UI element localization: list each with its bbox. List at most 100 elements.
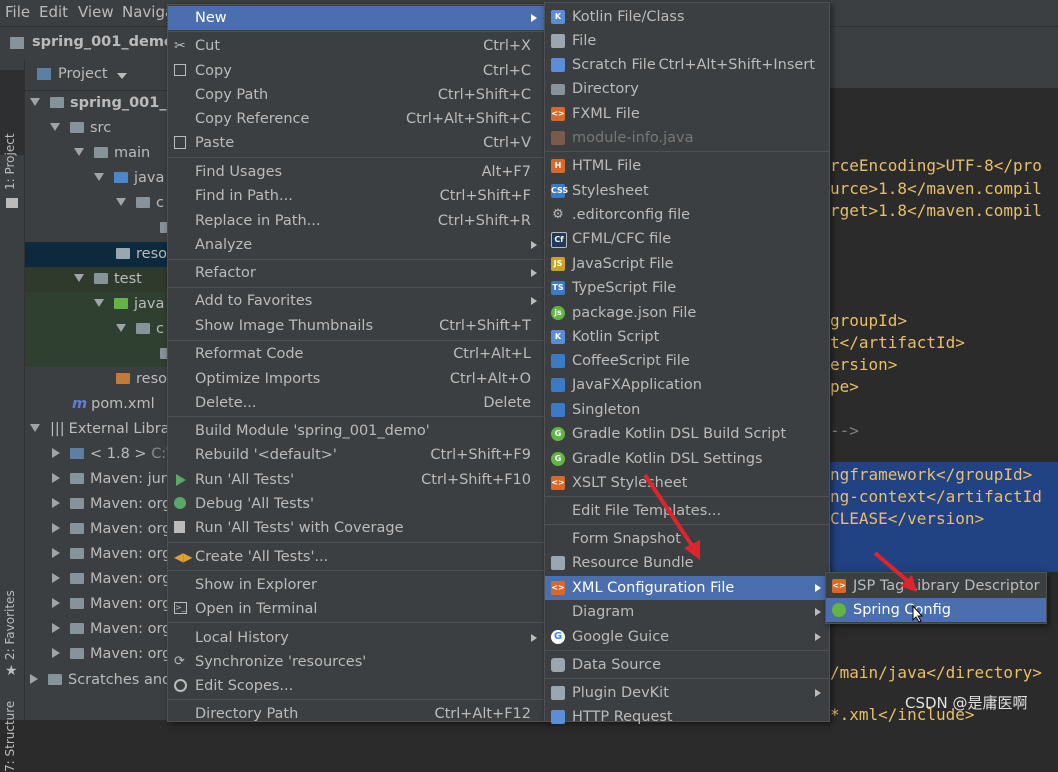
menu-item-find-usages[interactable]: Find Usages Alt+F7 xyxy=(168,160,545,184)
new-item-diagram[interactable]: Diagram xyxy=(545,600,829,624)
menu-item-reformat-code[interactable]: Reformat Code Ctrl+Alt+L xyxy=(168,342,545,366)
tree-node[interactable]: ||| External Librar xyxy=(30,417,176,442)
new-item-scratch-file[interactable]: Scratch File Ctrl+Alt+Shift+Insert xyxy=(545,53,829,77)
menu-item-run-all-tests[interactable]: Run 'All Tests' Ctrl+Shift+F10 xyxy=(168,468,545,492)
new-item-coffeescript-file[interactable]: CoffeeScript File xyxy=(545,349,829,373)
expand-icon[interactable] xyxy=(116,198,126,206)
tree-node[interactable]: c xyxy=(116,191,164,216)
chevron-down-icon[interactable] xyxy=(117,73,127,79)
xml-item-jsp-tag-library[interactable]: <> JSP Tag Library Descriptor xyxy=(826,574,1046,598)
menu-item-add-to-favorites[interactable]: Add to Favorites xyxy=(168,289,545,313)
project-tab-label[interactable]: 1: Project xyxy=(3,133,17,190)
new-item-typescript-file[interactable]: TS TypeScript File xyxy=(545,276,829,300)
menu-item-show-thumbnails[interactable]: Show Image Thumbnails Ctrl+Shift+T xyxy=(168,314,545,338)
tree-node[interactable]: Maven: org xyxy=(52,542,171,567)
tree-node[interactable]: reso xyxy=(116,367,167,392)
tree-node[interactable]: Maven: org xyxy=(52,517,171,542)
breadcrumb[interactable]: spring_001_demo xyxy=(32,34,174,50)
new-item-gradle-kotlin-build[interactable]: G Gradle Kotlin DSL Build Script xyxy=(545,422,829,446)
new-item-cfml-file[interactable]: Cf CFML/CFC file xyxy=(545,227,829,251)
new-item-data-source[interactable]: Data Source xyxy=(545,653,829,677)
new-item-javafx-application[interactable]: JavaFXApplication xyxy=(545,373,829,397)
collapse-icon[interactable] xyxy=(52,598,60,608)
new-item-directory[interactable]: Directory xyxy=(545,77,829,101)
collapse-icon[interactable] xyxy=(52,648,60,658)
menu-item-replace-in-path[interactable]: Replace in Path... Ctrl+Shift+R xyxy=(168,209,545,233)
new-item-package-json[interactable]: js package.json File xyxy=(545,301,829,325)
menu-item-refactor[interactable]: Refactor xyxy=(168,261,545,285)
expand-icon[interactable] xyxy=(94,299,104,307)
collapse-icon[interactable] xyxy=(52,473,60,483)
structure-tab-label[interactable]: 7: Structure xyxy=(3,701,17,772)
tree-node[interactable]: Maven: jun xyxy=(52,467,170,492)
menu-item-local-history[interactable]: Local History xyxy=(168,626,545,650)
menu-item-analyze[interactable]: Analyze xyxy=(168,233,545,257)
new-item-javascript-file[interactable]: JS JavaScript File xyxy=(545,252,829,276)
menu-edit[interactable]: Edit xyxy=(39,3,68,21)
tree-node[interactable]: src xyxy=(50,116,111,141)
new-item-gradle-kotlin-settings[interactable]: G Gradle Kotlin DSL Settings xyxy=(545,447,829,471)
menu-item-directory-path[interactable]: Directory Path Ctrl+Alt+F12 xyxy=(168,702,545,726)
new-item-fxml-file[interactable]: <> FXML File xyxy=(545,102,829,126)
favorites-tab-label[interactable]: 2: Favorites xyxy=(3,590,17,660)
xml-item-spring-config[interactable]: Spring Config xyxy=(826,598,1046,622)
new-item-editorconfig[interactable]: ⚙ .editorconfig file xyxy=(545,203,829,227)
collapse-icon[interactable] xyxy=(30,674,38,684)
menu-item-find-in-path[interactable]: Find in Path... Ctrl+Shift+F xyxy=(168,184,545,208)
menu-file[interactable]: File xyxy=(5,3,30,21)
tree-node[interactable]: Maven: org xyxy=(52,492,171,517)
menu-item-delete[interactable]: Delete... Delete xyxy=(168,391,545,415)
tree-node[interactable]: main xyxy=(74,141,150,166)
project-view-selector[interactable]: Project xyxy=(58,66,108,82)
tree-node[interactable]: test xyxy=(74,267,142,292)
new-item-stylesheet[interactable]: CSS Stylesheet xyxy=(545,179,829,203)
collapse-icon[interactable] xyxy=(52,498,60,508)
new-item-xml-configuration-file[interactable]: <> XML Configuration File xyxy=(545,576,829,600)
menu-item-debug-all-tests[interactable]: Debug 'All Tests' xyxy=(168,492,545,516)
collapse-icon[interactable] xyxy=(52,448,60,458)
menu-item-new[interactable]: New xyxy=(168,6,545,30)
new-item-plugin-devkit[interactable]: Plugin DevKit xyxy=(545,681,829,705)
tree-node-resources[interactable]: reso xyxy=(116,242,167,267)
expand-icon[interactable] xyxy=(74,274,84,282)
menu-item-copy-reference[interactable]: Copy Reference Ctrl+Alt+Shift+C xyxy=(168,107,545,131)
new-item-http-request[interactable]: HTTP Request xyxy=(545,705,829,729)
new-item-file[interactable]: File xyxy=(545,29,829,53)
menu-item-build-module[interactable]: Build Module 'spring_001_demo' xyxy=(168,419,545,443)
menu-item-rebuild[interactable]: Rebuild '<default>' Ctrl+Shift+F9 xyxy=(168,443,545,467)
menu-item-copy-path[interactable]: Copy Path Ctrl+Shift+C xyxy=(168,83,545,107)
tree-node[interactable]: Maven: org xyxy=(52,617,171,642)
expand-icon[interactable] xyxy=(116,324,126,332)
menu-view[interactable]: View xyxy=(78,3,114,21)
tree-node[interactable]: java xyxy=(94,292,164,317)
menu-item-cut[interactable]: ✂ Cut Ctrl+X xyxy=(168,34,545,58)
new-item-html-file[interactable]: H HTML File xyxy=(545,154,829,178)
tree-node[interactable]: Maven: org xyxy=(52,567,171,592)
menu-item-copy[interactable]: Copy Ctrl+C xyxy=(168,59,545,83)
expand-icon[interactable] xyxy=(94,173,104,181)
tree-node[interactable]: Maven: org xyxy=(52,592,171,617)
collapse-icon[interactable] xyxy=(52,623,60,633)
tree-node[interactable]: < 1.8 > C:\ xyxy=(52,442,171,467)
collapse-icon[interactable] xyxy=(52,548,60,558)
menu-item-edit-scopes[interactable]: Edit Scopes... xyxy=(168,674,545,698)
new-item-module-info[interactable]: module-info.java xyxy=(545,126,829,150)
menu-item-create-all-tests[interactable]: ◀▶ Create 'All Tests'... xyxy=(168,545,545,569)
tree-node[interactable]: spring_001_de xyxy=(30,91,187,116)
new-item-kotlin-file[interactable]: K Kotlin File/Class xyxy=(545,5,829,29)
expand-icon[interactable] xyxy=(50,123,60,131)
menu-item-show-in-explorer[interactable]: Show in Explorer xyxy=(168,573,545,597)
expand-icon[interactable] xyxy=(74,148,84,156)
tree-node[interactable]: m pom.xml xyxy=(72,392,155,417)
tree-node[interactable]: java xyxy=(94,166,164,191)
tree-node[interactable]: c xyxy=(116,317,164,342)
menu-item-open-in-terminal[interactable]: >_ Open in Terminal xyxy=(168,597,545,621)
collapse-icon[interactable] xyxy=(52,523,60,533)
new-item-google-guice[interactable]: G Google Guice xyxy=(545,625,829,649)
menu-item-synchronize[interactable]: ⟳ Synchronize 'resources' xyxy=(168,650,545,674)
menu-item-paste[interactable]: Paste Ctrl+V xyxy=(168,131,545,155)
menu-item-optimize-imports[interactable]: Optimize Imports Ctrl+Alt+O xyxy=(168,367,545,391)
collapse-icon[interactable] xyxy=(52,573,60,583)
tree-node[interactable]: Scratches and xyxy=(30,668,171,693)
menu-item-run-with-coverage[interactable]: Run 'All Tests' with Coverage xyxy=(168,516,545,540)
